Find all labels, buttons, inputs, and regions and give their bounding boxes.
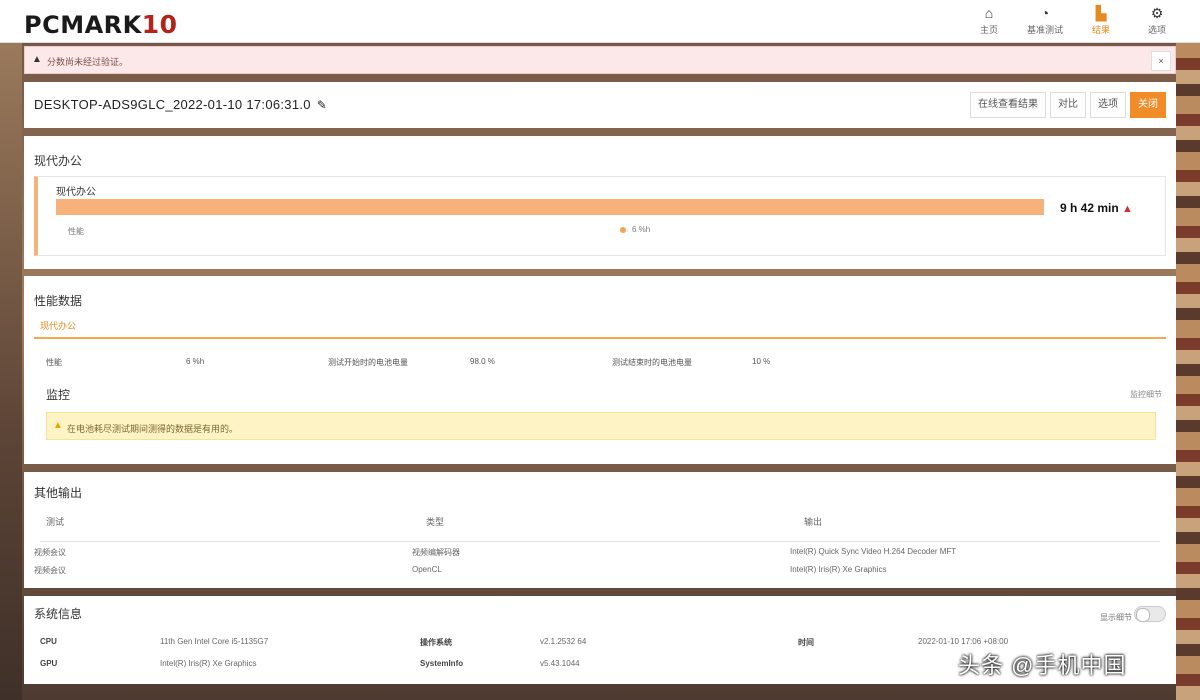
validation-alert: ▲ 分数尚未经过验证。 × bbox=[24, 46, 1176, 74]
warning-icon: ▲ bbox=[53, 420, 63, 431]
close-button[interactable]: 关闭 bbox=[1130, 92, 1166, 118]
tab-modern-office[interactable]: 现代办公 bbox=[40, 319, 76, 332]
section-title: 其他输出 bbox=[34, 486, 83, 500]
nav-results[interactable]: ▙ 结果 bbox=[1078, 4, 1124, 36]
office-score-panel[interactable]: 现代办公 9 h 42 min ▲ 性能 6 %h bbox=[34, 176, 1166, 256]
office-section: 现代办公 现代办公 9 h 42 min ▲ 性能 6 %h bbox=[24, 136, 1176, 269]
table-cell: Intel(R) Iris(R) Xe Graphics bbox=[790, 565, 887, 574]
stat-label: 性能 bbox=[46, 358, 62, 367]
info-value: 2022-01-10 17:06 +08:00 bbox=[918, 637, 1009, 646]
legend-value: 6 %h bbox=[632, 225, 651, 234]
main-nav: ⌂ 主页 ◔ 基准测试 ▙ 结果 ⚙ 选项 bbox=[966, 4, 1180, 36]
info-key: 操作系统 bbox=[420, 638, 452, 647]
app-logo: PCMARK10 bbox=[24, 10, 178, 39]
section-title: 系统信息 bbox=[34, 607, 83, 621]
tab-underline bbox=[34, 337, 1166, 339]
monitoring-title: 监控 bbox=[46, 388, 71, 402]
section-title: 现代办公 bbox=[34, 154, 83, 168]
column-header-output: 输出 bbox=[804, 517, 823, 527]
other-output-section: 其他输出 测试 类型 输出 视频会议 视频编解码器 Intel(R) Quick… bbox=[24, 472, 1176, 588]
result-name: DESKTOP-ADS9GLC_2022-01-10 17:06:31.0 bbox=[34, 97, 311, 112]
top-bar: PCMARK10 ⌂ 主页 ◔ 基准测试 ▙ 结果 ⚙ 选项 bbox=[0, 0, 1200, 43]
stat-label: 测试开始时的电池电量 bbox=[328, 358, 408, 367]
stat-value: 6 %h bbox=[186, 357, 205, 366]
details-toggle-label: 显示细节 bbox=[1100, 613, 1132, 622]
close-alert-button[interactable]: × bbox=[1151, 51, 1171, 71]
options-button[interactable]: 选项 bbox=[1090, 92, 1126, 118]
legend-dot bbox=[620, 227, 626, 233]
info-value: Intel(R) Iris(R) Xe Graphics bbox=[160, 659, 257, 668]
section-title: 性能数据 bbox=[34, 294, 83, 308]
info-value: 11th Gen Intel Core i5-1135G7 bbox=[160, 637, 269, 646]
gauge-icon: ◔ bbox=[1040, 5, 1050, 21]
info-value: v2.1.2532 64 bbox=[540, 637, 587, 646]
column-header-test: 测试 bbox=[46, 517, 65, 527]
info-key: 时间 bbox=[798, 638, 814, 647]
table-cell: 视频会议 bbox=[34, 548, 66, 557]
table-cell: 视频会议 bbox=[34, 566, 66, 575]
nav-benchmarks[interactable]: ◔ 基准测试 bbox=[1022, 4, 1068, 36]
nav-options[interactable]: ⚙ 选项 bbox=[1134, 4, 1180, 36]
details-toggle[interactable] bbox=[1134, 606, 1166, 622]
view-online-button[interactable]: 在线查看结果 bbox=[970, 92, 1046, 118]
stat-value: 10 % bbox=[752, 357, 771, 366]
warning-icon: ▲ bbox=[1122, 203, 1133, 215]
nav-home[interactable]: ⌂ 主页 bbox=[966, 4, 1012, 36]
warning-icon: ▲ bbox=[32, 54, 42, 65]
table-cell: OpenCL bbox=[412, 565, 442, 574]
info-key: GPU bbox=[40, 659, 58, 668]
stat-value: 98.0 % bbox=[470, 357, 495, 366]
stat-label: 测试结束时的电池电量 bbox=[612, 358, 692, 367]
gear-icon: ⚙ bbox=[1150, 5, 1164, 21]
background-right bbox=[1176, 40, 1200, 700]
score-label: 现代办公 bbox=[56, 187, 96, 198]
table-divider bbox=[40, 541, 1160, 542]
toggle-knob bbox=[1136, 608, 1150, 622]
watermark: 头条 @手机中国 bbox=[958, 653, 1127, 678]
result-title-bar: DESKTOP-ADS9GLC_2022-01-10 17:06:31.0 ✎ 在… bbox=[24, 82, 1176, 128]
column-header-type: 类型 bbox=[426, 517, 445, 527]
table-cell: 视频编解码器 bbox=[412, 548, 460, 557]
result-actions: 在线查看结果 对比 选项 关闭 bbox=[970, 92, 1166, 118]
compare-button[interactable]: 对比 bbox=[1050, 92, 1086, 118]
monitoring-details-link[interactable]: 监控细节 bbox=[1130, 389, 1162, 400]
info-value: v5.43.1044 bbox=[540, 659, 580, 668]
home-icon: ⌂ bbox=[984, 5, 994, 21]
background-left bbox=[0, 40, 22, 700]
table-cell: Intel(R) Quick Sync Video H.264 Decoder … bbox=[790, 547, 957, 556]
results-icon: ▙ bbox=[1095, 5, 1107, 21]
battery-life-value: 9 h 42 min bbox=[1060, 201, 1119, 215]
edit-pencil-icon[interactable]: ✎ bbox=[317, 98, 327, 112]
info-key: SystemInfo bbox=[420, 659, 464, 668]
perf-label: 性能 bbox=[68, 227, 84, 236]
monitoring-warning: ▲ 在电池耗尽测试期间测得的数据是有用的。 bbox=[46, 412, 1156, 440]
performance-data-section: 性能数据 现代办公 性能 6 %h 测试开始时的电池电量 98.0 % 测试结束… bbox=[24, 276, 1176, 464]
battery-life-bar bbox=[56, 199, 1044, 215]
info-key: CPU bbox=[40, 637, 57, 646]
